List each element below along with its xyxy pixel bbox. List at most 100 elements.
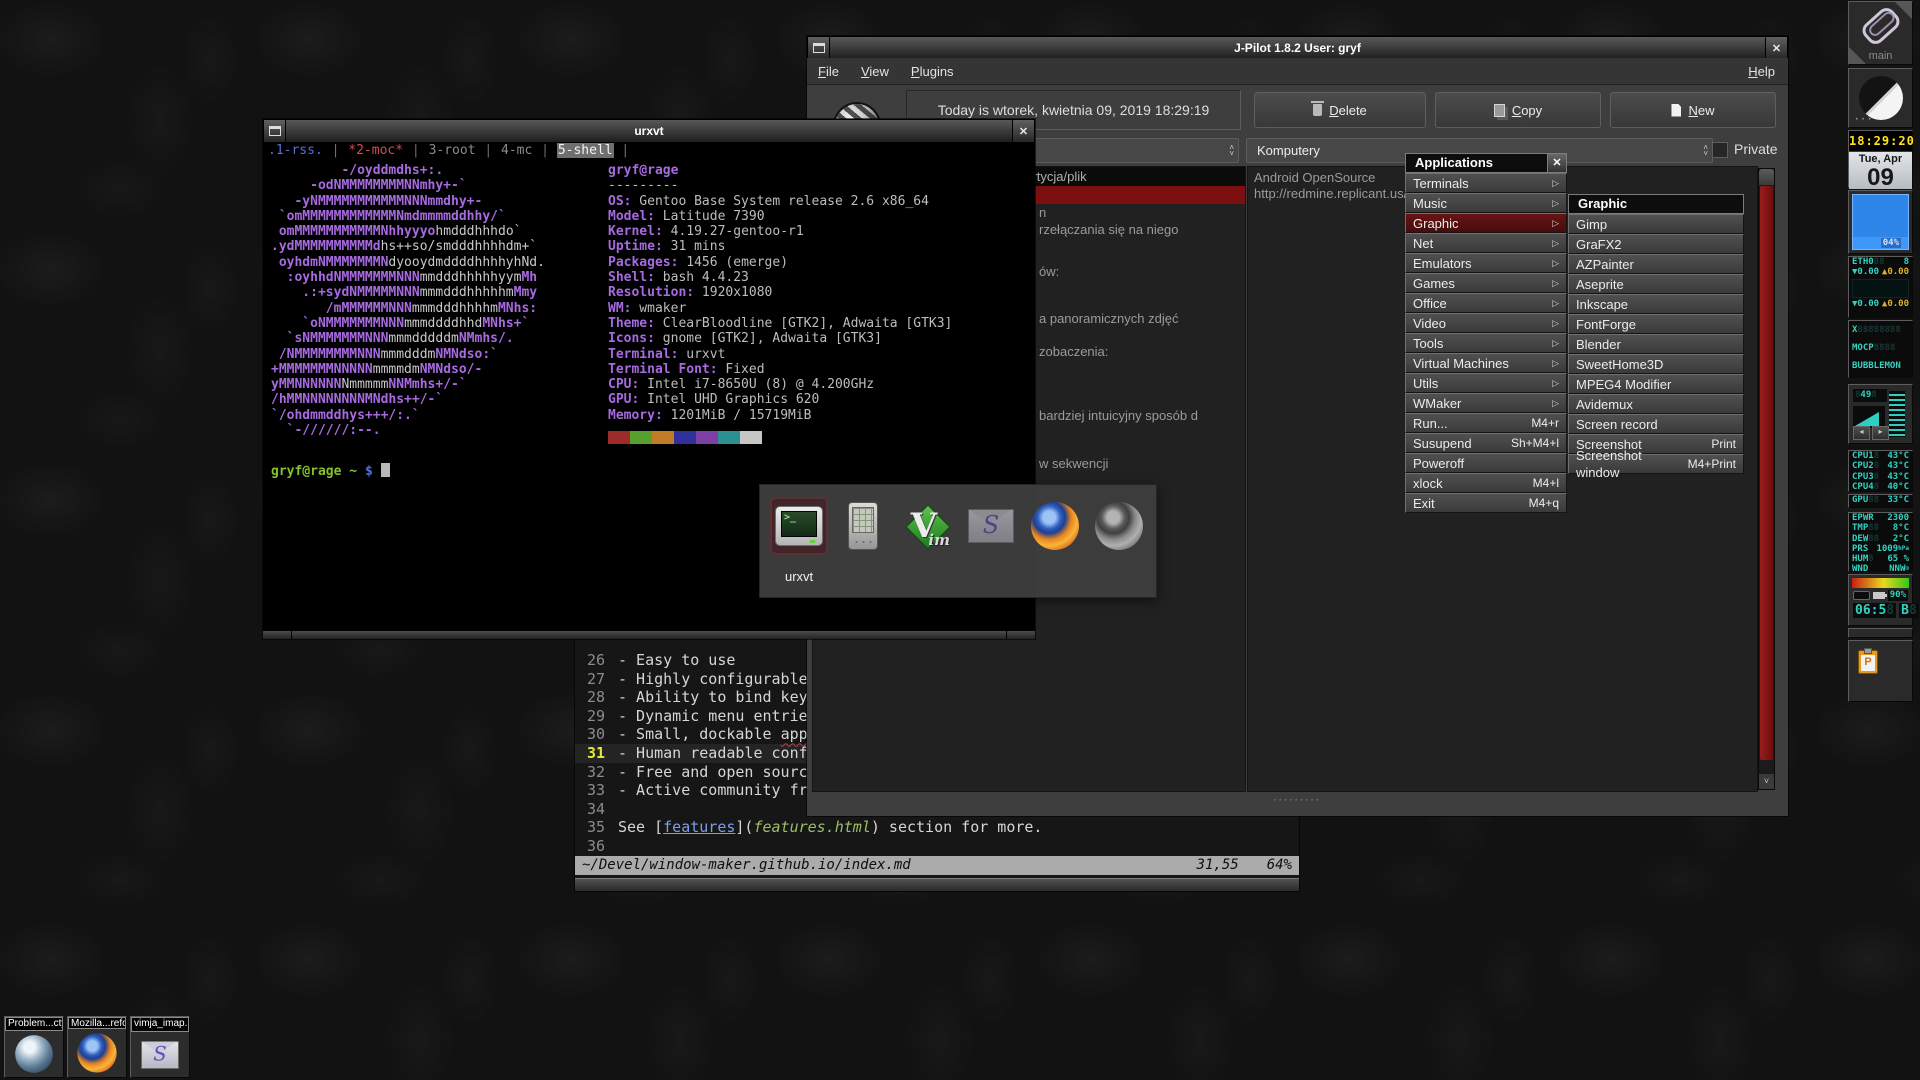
urxvt-window-title: urxvt <box>286 120 1012 142</box>
menu-item-screenshot-window[interactable]: Screenshot windowM4+Print <box>1568 454 1744 474</box>
terminal-tab-1-rss[interactable]: .1-rss. <box>267 143 324 158</box>
miniwindow-mozilla-refox[interactable]: Mozilla...refox <box>67 1016 127 1078</box>
dock-mixer[interactable]: 8498◂▸ <box>1848 384 1913 444</box>
urxvt-resizebar[interactable] <box>263 630 1035 639</box>
mixer-prev-button[interactable]: ◂ <box>1853 426 1870 440</box>
menu-item-utils[interactable]: Utils▷ <box>1405 373 1567 393</box>
dock-tray[interactable]: P <box>1848 640 1913 702</box>
dock-weather[interactable]: EPWR2300TMP888°CDEW882°CPRS1009hPaHUM865… <box>1848 512 1913 572</box>
dock-gpu-temp[interactable]: GPU8833°C <box>1848 494 1913 508</box>
dock-moon-app[interactable]: ··· <box>1848 68 1913 128</box>
list-item[interactable]: zobaczenia: <box>1039 344 1108 359</box>
window-grip[interactable]: ········· <box>807 793 1788 813</box>
menu-item-video[interactable]: Video▷ <box>1405 313 1567 333</box>
spinner-icon[interactable]: ˄˅ <box>1703 145 1708 157</box>
vim-icon[interactable]: Vim <box>898 497 956 555</box>
menu-item-terminals[interactable]: Terminals▷ <box>1405 173 1567 193</box>
menu-item-gimp[interactable]: Gimp <box>1568 214 1744 234</box>
menu-item-games[interactable]: Games▷ <box>1405 273 1567 293</box>
menu-item-azpainter[interactable]: AZPainter <box>1568 254 1744 274</box>
new-button[interactable]: New <box>1610 92 1776 128</box>
menu-item-blender[interactable]: Blender <box>1568 334 1744 354</box>
menu-item-tools[interactable]: Tools▷ <box>1405 333 1567 353</box>
clipboard-manager-icon[interactable]: P <box>1858 650 1878 674</box>
dock-battery[interactable]: 90%06:58B8 <box>1848 574 1913 626</box>
scrollbar[interactable]: ˅ <box>1758 168 1775 790</box>
mixer-next-button[interactable]: ▸ <box>1872 426 1889 440</box>
palm-pda-icon[interactable] <box>834 497 892 555</box>
list-item[interactable]: n <box>1039 205 1046 220</box>
list-item[interactable]: a panoramicznych zdjęć <box>1039 311 1178 326</box>
firefox-icon[interactable] <box>1026 497 1084 555</box>
dock-cpu-temps[interactable]: CPU1843°CCPU2843°CCPU3843°CCPU4840°C <box>1848 450 1913 492</box>
dock-calendar-clock[interactable]: 18:29:20Tue, Apr09 <box>1848 130 1913 188</box>
menu-item-graphic[interactable]: Graphic▷ <box>1405 213 1567 233</box>
submenu-arrow-icon: ▷ <box>1552 295 1559 312</box>
menubar-item-help[interactable]: Help <box>1735 64 1788 79</box>
terminal-tab-3-root[interactable]: 3-root <box>428 143 477 158</box>
menu-item-aseprite[interactable]: Aseprite <box>1568 274 1744 294</box>
spinner-icon[interactable]: ˄˅ <box>1229 145 1234 157</box>
menu-item-fontforge[interactable]: FontForge <box>1568 314 1744 334</box>
menu-item-inkscape[interactable]: Inkscape <box>1568 294 1744 314</box>
miniaturize-button[interactable] <box>264 120 286 142</box>
terminal-tab-4-mc[interactable]: 4-mc <box>500 143 533 158</box>
menu-item-wmaker[interactable]: WMaker▷ <box>1405 393 1567 413</box>
miniwindow-problem-ctyl[interactable]: Problem...ctyl <box>4 1016 64 1078</box>
menu-item-sweethome3d[interactable]: SweetHome3D <box>1568 354 1744 374</box>
menu-item-xlock[interactable]: xlockM4+l <box>1405 473 1567 493</box>
mail-envelope-icon[interactable]: S <box>962 497 1020 555</box>
terminal-tab-2-moc[interactable]: *2-moc* <box>347 143 404 158</box>
menu-item-exit[interactable]: ExitM4+q <box>1405 493 1567 513</box>
list-item[interactable]: bardziej intuicyjny sposób d <box>1039 408 1198 423</box>
menu-item-emulators[interactable]: Emulators▷ <box>1405 253 1567 273</box>
delete-button[interactable]: Delete <box>1254 92 1426 128</box>
terminal-tab-5-shell[interactable]: 5-shell <box>557 143 614 158</box>
menu-item-run[interactable]: Run...M4+r <box>1405 413 1567 433</box>
menu-item-music[interactable]: Music▷ <box>1405 193 1567 213</box>
submenu-arrow-icon: ▷ <box>1552 355 1559 372</box>
firefox-dim-icon[interactable] <box>1090 497 1148 555</box>
menu-title: Applications✕ <box>1405 153 1567 173</box>
close-button[interactable]: ✕ <box>1765 37 1787 59</box>
firefox-old-icon <box>15 1035 53 1073</box>
miniwindow-vimja-imap[interactable]: vimja_imap...S <box>130 1016 190 1078</box>
dock-net-monitor[interactable]: ETH0888▼0.00▲0.00▼0.00▲0.00 <box>1848 256 1913 318</box>
urxvt-terminal-icon[interactable]: >_ <box>770 497 828 555</box>
vim-window-resizebar[interactable] <box>575 878 1299 891</box>
menu-item-grafx2[interactable]: GraFX2 <box>1568 234 1744 254</box>
list-item[interactable]: w sekwencji <box>1039 456 1108 471</box>
urxvt-titlebar[interactable]: urxvt ✕ <box>263 119 1035 143</box>
menu-item-avidemux[interactable]: Avidemux <box>1568 394 1744 414</box>
close-button[interactable]: ✕ <box>1012 120 1034 142</box>
dock-empty-slot[interactable] <box>1848 628 1913 638</box>
dock-clip[interactable]: main <box>1848 1 1913 65</box>
vim-statusline: ~/Devel/window-maker.github.io/index.md … <box>575 856 1299 875</box>
jpilot-titlebar[interactable]: J-Pilot 1.8.2 User: gryf ✕ <box>807 36 1788 60</box>
dock-pager[interactable]: 04% <box>1848 190 1913 254</box>
applications-menu: Applications✕Terminals▷Music▷Graphic▷Net… <box>1405 153 1567 513</box>
scrollbar-top-cap[interactable] <box>1759 169 1774 185</box>
miniwindow-label: Problem...ctyl <box>5 1017 63 1031</box>
menu-item-net[interactable]: Net▷ <box>1405 233 1567 253</box>
menu-item-virtual-machines[interactable]: Virtual Machines▷ <box>1405 353 1567 373</box>
menubar-item-plugins[interactable]: Plugins <box>900 64 965 79</box>
menu-item-office[interactable]: Office▷ <box>1405 293 1567 313</box>
dock-status-lcd[interactable]: X88888888MOCP8888BUBBLEMON <box>1848 320 1913 378</box>
scrollbar-down-button[interactable]: ˅ <box>1759 774 1774 789</box>
list-item[interactable]: rzełączania się na niego <box>1039 222 1178 237</box>
menu-item-susupend[interactable]: SusupendSh+M4+l <box>1405 433 1567 453</box>
menu-close-icon[interactable]: ✕ <box>1547 154 1566 172</box>
menubar-item-view[interactable]: View <box>850 64 900 79</box>
menu-item-poweroff[interactable]: Poweroff <box>1405 453 1567 473</box>
scrollbar-thumb[interactable] <box>1760 186 1773 760</box>
miniaturize-button[interactable] <box>808 37 830 59</box>
list-item[interactable]: ów: <box>1039 264 1059 279</box>
private-checkbox[interactable] <box>1712 142 1728 158</box>
menu-item-screen-record[interactable]: Screen record <box>1568 414 1744 434</box>
menu-item-mpeg4-modifier[interactable]: MPEG4 Modifier <box>1568 374 1744 394</box>
copy-button[interactable]: Copy <box>1435 92 1601 128</box>
shell-prompt[interactable]: gryf@rage ~ $ <box>271 463 390 479</box>
menubar-item-file[interactable]: File <box>807 64 850 79</box>
mail-envelope-icon: S <box>141 1041 179 1069</box>
